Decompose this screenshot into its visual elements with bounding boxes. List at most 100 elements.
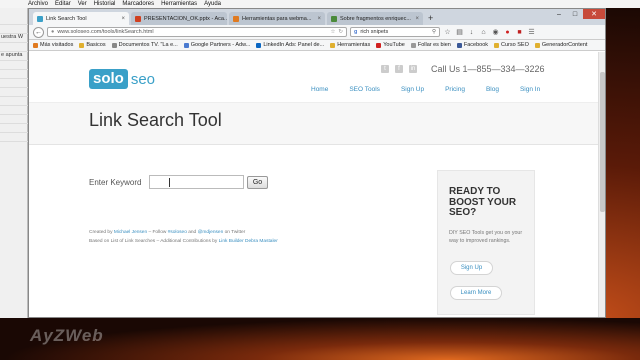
close-tab-icon[interactable]: × <box>121 16 125 22</box>
bookmark-item[interactable]: Google Partners - Adw... <box>183 42 250 48</box>
os-menu-item[interactable]: Archivo <box>28 1 48 7</box>
bookmark-item[interactable]: Más visitados <box>33 42 73 48</box>
author-link[interactable]: Michael Jensen <box>114 230 147 235</box>
credits: Created by Michael Jensen – Follow #solo… <box>89 228 278 246</box>
bookmark-item[interactable]: Documentos TV. "La e... <box>111 42 178 48</box>
cta-learn-more-button[interactable]: Learn More <box>450 286 502 300</box>
os-menu-item[interactable]: Herramientas <box>161 1 197 7</box>
os-menu-item[interactable]: Historial <box>94 1 116 7</box>
bookmark-label: Más visitados <box>40 42 74 48</box>
addon-icon[interactable]: ● <box>503 28 512 37</box>
search-icon[interactable]: ⚲ <box>432 29 436 35</box>
twitter-icon[interactable]: t <box>381 65 389 73</box>
cta-heading: READY TO BOOST YOUR SEO? <box>449 186 517 218</box>
social-links: t f in <box>381 65 417 73</box>
bookmark-star-icon[interactable]: ☆ <box>443 28 452 37</box>
tab-favicon-icon <box>233 15 239 22</box>
reload-icon[interactable]: ↻ <box>338 29 343 35</box>
home-icon[interactable]: ⌂ <box>479 28 488 37</box>
scrollbar-thumb[interactable] <box>600 72 605 212</box>
nav-link-blog[interactable]: Blog <box>486 86 499 93</box>
nav-link-sign-in[interactable]: Sign In <box>520 86 540 93</box>
tab-title: PRESENTACION_OK.pptx - Aca... <box>144 15 227 22</box>
browser-tab[interactable]: Herramientas para webma... × <box>229 12 325 25</box>
credits-prefix: Created by <box>89 230 114 235</box>
bookmark-item[interactable]: YouTube <box>376 42 405 48</box>
browser-tab[interactable]: PRESENTACION_OK.pptx - Aca...× <box>131 12 227 25</box>
url-bar[interactable]: ● www.soloseo.com/tools/linkSearch.html … <box>47 27 347 37</box>
bookmark-item[interactable]: Curso SEO <box>494 42 529 48</box>
background-app-line: e apunta <box>0 52 28 61</box>
close-window-icon[interactable]: ✕ <box>583 9 605 19</box>
bookmark-label: Facebook <box>463 42 489 48</box>
star-icon[interactable]: ☆ <box>330 29 335 35</box>
os-menu-item[interactable]: Editar <box>55 1 71 7</box>
nav-link-seo-tools[interactable]: SEO Tools <box>349 86 380 93</box>
page-title: Link Search Tool <box>89 110 222 130</box>
page-scrollbar[interactable] <box>598 52 605 317</box>
os-menu-item[interactable]: Marcadores <box>122 1 154 7</box>
text-cursor-icon <box>169 178 171 187</box>
background-app-line <box>0 97 28 106</box>
close-tab-icon[interactable]: × <box>415 16 419 22</box>
menu-icon[interactable]: ☰ <box>527 28 536 37</box>
phone-number: Call Us 1—855—334—3226 <box>431 64 545 74</box>
search-box[interactable]: g rich snipets ⚲ <box>350 27 440 37</box>
tab-title: Herramientas para webma... <box>242 15 312 22</box>
browser-window: Link Search Tool × PRESENTACION_OK.pptx - … <box>28 8 606 318</box>
bookmark-item[interactable]: GeneradorContent <box>534 42 587 48</box>
back-icon[interactable]: ← <box>33 26 44 38</box>
os-menu-item[interactable]: Ver <box>78 1 87 7</box>
browser-tab[interactable]: Link Search Tool × <box>33 12 129 25</box>
close-tab-icon[interactable]: × <box>317 16 321 22</box>
background-app-line <box>0 133 28 142</box>
bookmark-item[interactable]: Follar es bien <box>410 42 451 48</box>
site-logo[interactable]: solo seo <box>89 69 155 89</box>
logo-seo: seo <box>130 70 156 88</box>
go-button[interactable]: Go <box>247 176 268 189</box>
mdjensen-twitter-link[interactable]: @mdjensen <box>198 230 224 235</box>
nav-link-pricing[interactable]: Pricing <box>445 86 465 93</box>
minimize-icon[interactable]: – <box>551 9 567 19</box>
cta-sign-up-button[interactable]: Sign Up <box>450 261 493 275</box>
bookmarks-menu-icon[interactable]: ▤ <box>455 28 464 37</box>
bookmark-item[interactable]: Basicos <box>79 42 106 48</box>
page-title-bar: Link Search Tool <box>29 102 598 145</box>
soloseo-twitter-link[interactable]: #soloseo <box>168 230 187 235</box>
linkedin-icon[interactable]: in <box>409 65 417 73</box>
pocket-icon[interactable]: ◉ <box>491 28 500 37</box>
background-app-line: uestra W <box>0 34 28 43</box>
nav-link-sign-up[interactable]: Sign Up <box>401 86 424 93</box>
bookmark-item[interactable]: Herramientas <box>330 42 370 48</box>
watermark: AyZWeb <box>30 326 104 345</box>
tab-favicon-icon <box>37 15 43 22</box>
bookmark-icon <box>534 42 540 48</box>
bookmark-icon <box>111 42 117 48</box>
bookmark-item[interactable]: Facebook <box>456 42 489 48</box>
background-app-line <box>0 124 28 133</box>
bookmark-icon <box>33 42 38 48</box>
bookmark-item[interactable]: LinkedIn Ads: Panel de... <box>256 42 324 48</box>
facebook-icon[interactable]: f <box>395 65 403 73</box>
tab-title: Link Search Tool <box>46 15 87 22</box>
keyword-input[interactable] <box>149 175 244 189</box>
bookmark-icon <box>183 42 189 48</box>
os-menu-item[interactable]: Ayuda <box>204 1 221 7</box>
bookmark-label: YouTube <box>383 42 405 48</box>
browser-tab[interactable]: Sobre fragmentos enriquec... × <box>327 12 423 25</box>
background-app-line <box>0 106 28 115</box>
maximize-icon[interactable]: □ <box>567 9 583 19</box>
background-app-line <box>0 79 28 88</box>
contributor-link[interactable]: Link Builder Debra Mastaler <box>219 239 278 244</box>
credits-based-on: Based on List of Link Searches – Additio… <box>89 239 219 244</box>
credits-follow: – Follow <box>147 230 168 235</box>
new-tab-button[interactable]: + <box>425 12 436 25</box>
cta-box: READY TO BOOST YOUR SEO? DIY SEO Tools g… <box>437 170 535 315</box>
bookmarks-toolbar: Más visitados Basicos Documentos TV. "La e… <box>29 40 605 51</box>
nav-link-home[interactable]: Home <box>311 86 328 93</box>
adblock-icon[interactable]: ■ <box>515 28 524 37</box>
bookmark-icon <box>79 42 85 48</box>
download-icon[interactable]: ↓ <box>467 28 476 37</box>
bookmark-label: Follar es bien <box>417 42 451 48</box>
background-app-line <box>0 115 28 124</box>
